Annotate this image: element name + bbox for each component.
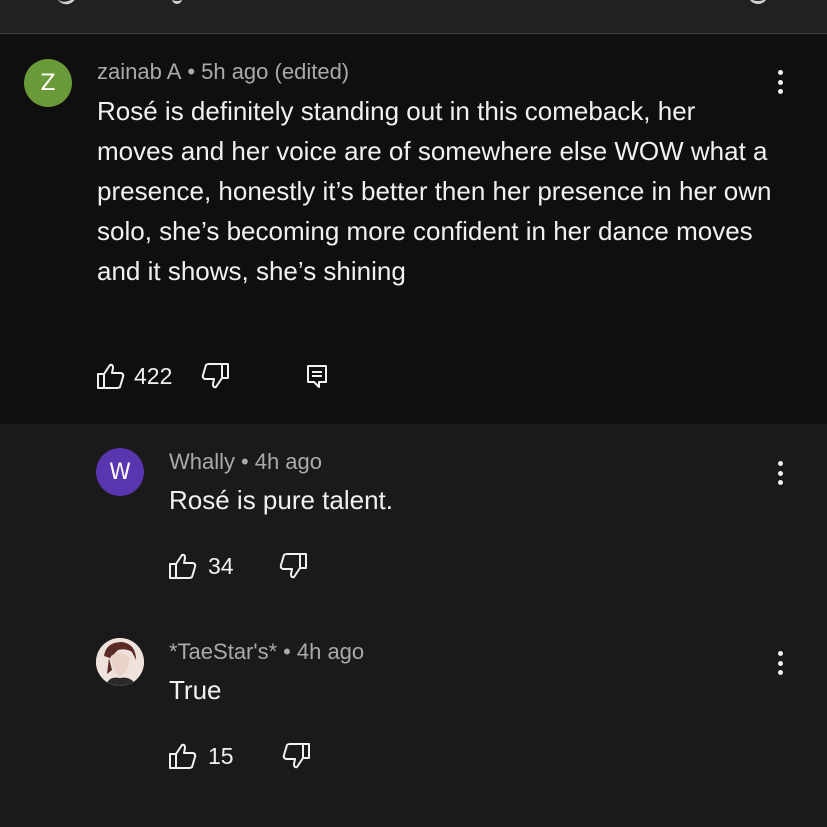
meta-separator: • (187, 59, 196, 84)
more-icon[interactable] (770, 458, 790, 488)
main-comment: Z zainab A • 5h ago (edited) Rosé is defin… (0, 35, 827, 424)
comment-time: 5h ago (201, 59, 269, 84)
author-name[interactable]: Whally (169, 449, 235, 474)
back-icon[interactable] (56, 0, 80, 8)
author-name[interactable]: zainab A (97, 59, 181, 84)
edited-label: (edited) (274, 59, 350, 84)
thumbs-up-icon[interactable] (168, 551, 198, 581)
meta-separator: • (241, 449, 249, 474)
thumbs-down-icon[interactable] (200, 361, 230, 391)
more-icon[interactable] (770, 648, 790, 678)
comment-actions: 422 (96, 359, 332, 393)
reply-icon[interactable] (302, 361, 332, 391)
comment-text: Rosé is definitely standing out in this … (97, 96, 772, 286)
thumbs-down-icon[interactable] (281, 741, 311, 771)
reply-meta: *TaeStar's* • 4h ago (169, 639, 364, 665)
close-icon[interactable] (748, 0, 768, 4)
reply-time: 4h ago (254, 449, 323, 474)
comment-meta: zainab A • 5h ago (edited) (97, 59, 349, 85)
replies-section: W Whally • 4h ago Rosé is pure talent. 34 (0, 424, 827, 827)
reply-time: 4h ago (296, 639, 365, 664)
avatar-initial: W (109, 459, 131, 485)
profile-photo (96, 638, 144, 686)
avatar[interactable]: Z (24, 59, 72, 107)
reply-actions: 34 (168, 549, 308, 583)
reply-meta: Whally • 4h ago (169, 449, 322, 475)
reply-text: True (169, 675, 222, 705)
title-fragment (172, 0, 182, 4)
thumbs-up-icon[interactable] (96, 361, 126, 391)
avatar[interactable] (96, 638, 144, 686)
reply-text: Rosé is pure talent. (169, 485, 394, 515)
avatar[interactable]: W (96, 448, 144, 496)
author-name[interactable]: *TaeStar's* (169, 639, 277, 664)
thumbs-down-icon[interactable] (278, 551, 308, 581)
thumbs-up-icon[interactable] (168, 741, 198, 771)
top-bar (0, 0, 827, 34)
like-count: 15 (208, 742, 234, 769)
like-count: 422 (134, 362, 173, 389)
avatar-initial: Z (40, 70, 56, 96)
like-count: 34 (208, 552, 234, 579)
reply-actions: 15 (168, 739, 311, 773)
meta-separator: • (283, 639, 291, 664)
